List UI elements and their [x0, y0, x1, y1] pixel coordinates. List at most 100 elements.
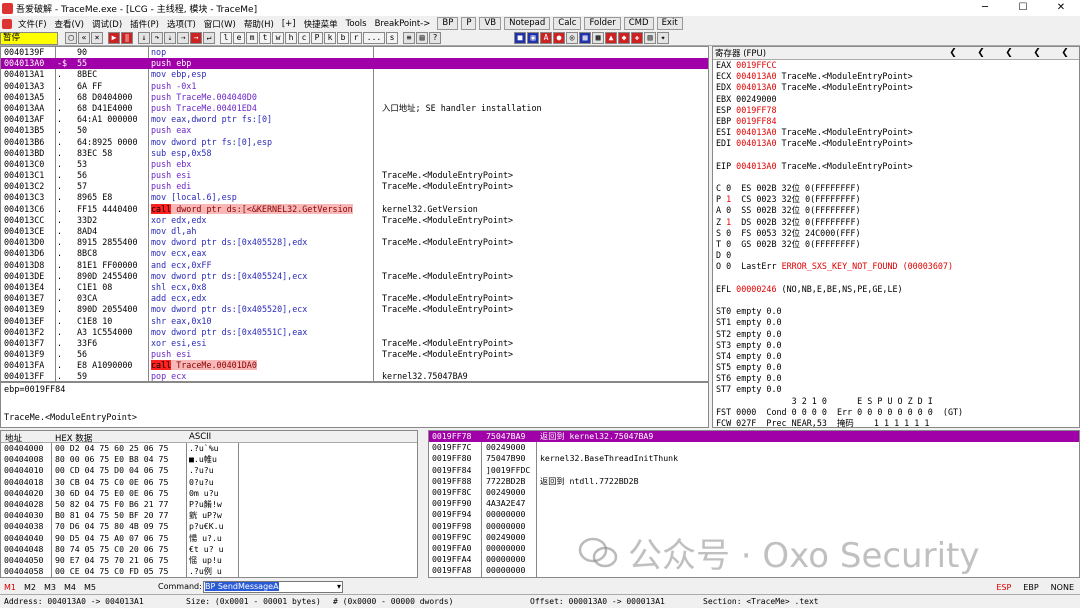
vb-button[interactable]: VB: [479, 17, 502, 30]
goto-icon[interactable]: ↵: [203, 32, 215, 44]
pause-icon[interactable]: ‖: [121, 32, 133, 44]
toolbar-b[interactable]: b: [337, 32, 349, 44]
dump-row[interactable]: 00404048 80 74 05 75 C0 20 06 75 €t u? u: [1, 544, 417, 555]
plugin-icon-11[interactable]: ▥: [644, 32, 656, 44]
dump-row[interactable]: 00404058 00 CE 04 75 C0 FD 05 75 .?u例 u: [1, 566, 417, 577]
disassembly-row[interactable]: 004013C0. 53 push ebx: [1, 159, 708, 170]
stack-row[interactable]: 0019FF84]0019FFDC: [429, 465, 1079, 476]
menu-shortcut[interactable]: 快捷菜单: [300, 18, 342, 30]
tab-esp[interactable]: ESP: [990, 583, 1017, 592]
disassembly-row[interactable]: 004013B6. 64:8925 0000 mov dword ptr fs:[0…: [1, 137, 708, 148]
disassembly-row[interactable]: 004013AF. 64:A1 000000 mov eax,dword ptr f…: [1, 114, 708, 125]
disassembly-row[interactable]: 004013A1. 8BEC mov ebp,esp: [1, 69, 708, 80]
register-line[interactable]: ST5 empty 0.0: [713, 362, 1079, 373]
dump-row[interactable]: 00404030 B0 81 04 75 50 BF 20 77 皝 uP?w: [1, 510, 417, 521]
register-line[interactable]: [713, 172, 1079, 183]
chevron-down-icon[interactable]: ▾: [337, 582, 341, 592]
plugin-icon-9[interactable]: ◆: [618, 32, 630, 44]
plugin-icon-2[interactable]: ▣: [527, 32, 539, 44]
stack-row[interactable]: 0019FF8C 00249000: [429, 487, 1079, 498]
toolbar-s[interactable]: s: [386, 32, 398, 44]
register-line[interactable]: A 0 SS 002B 32位 0(FFFFFFFF): [713, 205, 1079, 216]
run-icon[interactable]: ▶: [108, 32, 120, 44]
menu-options[interactable]: 选项(T): [163, 18, 200, 30]
dump-row[interactable]: 00404040 90 D5 04 75 A0 07 06 75 愓 u?.u: [1, 533, 417, 544]
registers-pane[interactable]: 寄存器 (FPU) ❮ ❮ ❮ ❮ ❮ EAX 0019FFCC ECX 0040…: [712, 46, 1080, 428]
toolbar-more[interactable]: ...: [363, 32, 385, 44]
plugin-icon-1[interactable]: ■: [514, 32, 526, 44]
disassembly-row[interactable]: 004013B5. 50 push eax: [1, 125, 708, 136]
disassembly-row[interactable]: 004013CE. 8AD4 mov dl,ah: [1, 226, 708, 237]
register-line[interactable]: [713, 295, 1079, 306]
disassembly-row[interactable]: 0040139F 90 nop: [1, 47, 708, 58]
tab-ebp[interactable]: EBP: [1017, 583, 1044, 592]
menu-view[interactable]: 查看(V): [51, 18, 88, 30]
toolbar-l[interactable]: l: [220, 32, 232, 44]
menu-plus[interactable]: [+]: [278, 19, 300, 29]
dump-row[interactable]: 00404050 90 E7 04 75 70 21 06 75 愮 up!u: [1, 555, 417, 566]
dump-row[interactable]: 00404020 30 6D 04 75 E0 0E 06 75 0m u?u: [1, 488, 417, 499]
dump-col-ascii[interactable]: ASCII: [189, 432, 211, 442]
close-button[interactable]: ✕: [1042, 0, 1080, 16]
disassembly-row[interactable]: 004013E9. 890D 2055400 mov dword ptr ds:[0…: [1, 304, 708, 315]
stack-row[interactable]: 0019FF7C 00249000: [429, 442, 1079, 453]
menu-window[interactable]: 窗口(W): [200, 18, 240, 30]
disassembly-row[interactable]: 004013D6. 8BC8 mov ecx,eax: [1, 248, 708, 259]
p-button[interactable]: P: [461, 17, 477, 30]
register-line[interactable]: EBP 0019FF84: [713, 116, 1079, 127]
disassembly-row[interactable]: 004013F7. 33F6 xor esi,esi TraceMe.<ModuleE…: [1, 338, 708, 349]
disassembly-row[interactable]: 004013C6. FF15 4440400 call dword ptr ds:[…: [1, 203, 708, 215]
register-line[interactable]: [713, 273, 1079, 284]
menu-tools[interactable]: Tools: [342, 19, 371, 29]
register-line[interactable]: EFL 00000246 (NO,NB,E,BE,NS,PE,GE,LE): [713, 284, 1079, 295]
rewind-icon[interactable]: «: [78, 32, 90, 44]
register-line[interactable]: ESI 004013A0 TraceMe.<ModuleEntryPoint>: [713, 127, 1079, 138]
disassembly-row[interactable]: 004013F2. A3 1C554000 mov dword ptr ds:[0x…: [1, 327, 708, 338]
register-line[interactable]: EDI 004013A0 TraceMe.<ModuleEntryPoint>: [713, 138, 1079, 149]
disassembly-row[interactable]: 004013A5. 68 D0404000 push TraceMe.004040D…: [1, 92, 708, 103]
notepad-button[interactable]: Notepad: [504, 17, 551, 30]
minimize-button[interactable]: ─: [966, 0, 1004, 16]
dump-row[interactable]: 00404028 50 82 04 75 F0 B6 21 77 P?u餚!w: [1, 499, 417, 510]
register-line[interactable]: EBX 00249000: [713, 94, 1079, 105]
register-line[interactable]: Z 1 DS 002B 32位 0(FFFFFFFF): [713, 217, 1079, 228]
toolbar-r[interactable]: r: [350, 32, 362, 44]
dump-row[interactable]: 00404038 70 D6 04 75 80 4B 09 75 p?u€K.u: [1, 521, 417, 532]
calc-button[interactable]: Calc: [553, 17, 582, 30]
close-icon[interactable]: ×: [91, 32, 103, 44]
register-line[interactable]: P 1 CS 0023 32位 0(FFFFFFFF): [713, 194, 1079, 205]
plugin-icon-8[interactable]: ▲: [605, 32, 617, 44]
exit-button[interactable]: Exit: [656, 17, 683, 30]
register-line[interactable]: C 0 ES 002B 32位 0(FFFFFFFF): [713, 183, 1079, 194]
bp-button[interactable]: BP: [437, 17, 459, 30]
stack-row[interactable]: 0019FF90 4A3A2E47: [429, 498, 1079, 509]
menu-file[interactable]: 文件(F): [14, 18, 51, 30]
toolbar-k[interactable]: k: [324, 32, 336, 44]
tab-none[interactable]: NONE: [1045, 583, 1080, 592]
register-line[interactable]: D 0: [713, 250, 1079, 261]
disassembly-row[interactable]: 004013CC. 33D2 xor edx,edx TraceMe.<ModuleE…: [1, 215, 708, 226]
chevron-left-icon[interactable]: ❮: [967, 48, 995, 58]
help-icon[interactable]: ?: [429, 32, 441, 44]
toolbar-h[interactable]: h: [285, 32, 297, 44]
toolbar-p[interactable]: P: [311, 32, 323, 44]
menu-debug[interactable]: 调试(D): [88, 18, 126, 30]
chevron-left-icon[interactable]: ❮: [1051, 48, 1079, 58]
plugin-icon-12[interactable]: ✦: [657, 32, 669, 44]
toolbar-c[interactable]: c: [298, 32, 310, 44]
plugin-icon-4[interactable]: ●: [553, 32, 565, 44]
trace-into-icon[interactable]: ⇣: [164, 32, 176, 44]
plugin-icon-3[interactable]: A: [540, 32, 552, 44]
disassembly-row[interactable]: 004013D8. 81E1 FF00000 and ecx,0xFF: [1, 260, 708, 271]
folder-button[interactable]: Folder: [584, 17, 621, 30]
toolbar-w[interactable]: w: [272, 32, 284, 44]
disassembly-row[interactable]: 004013C1. 56 push esi TraceMe.<ModuleEntryP…: [1, 170, 708, 181]
step-over-icon[interactable]: ↷: [151, 32, 163, 44]
stack-row[interactable]: 0019FF94 00000000: [429, 509, 1079, 520]
tab-m1[interactable]: M1: [0, 583, 20, 592]
disassembly-row[interactable]: 004013C2. 57 push edi TraceMe.<ModuleEntryP…: [1, 181, 708, 192]
tab-m5[interactable]: M5: [80, 583, 100, 592]
disassembly-row[interactable]: 004013BD. 83EC 58 sub esp,0x58: [1, 148, 708, 159]
dump-row[interactable]: 00404008 80 00 06 75 E0 B8 04 75 ■.u帷u: [1, 454, 417, 465]
disassembly-row[interactable]: 004013D0. 8915 2855400 mov dword ptr ds:[0…: [1, 237, 708, 248]
